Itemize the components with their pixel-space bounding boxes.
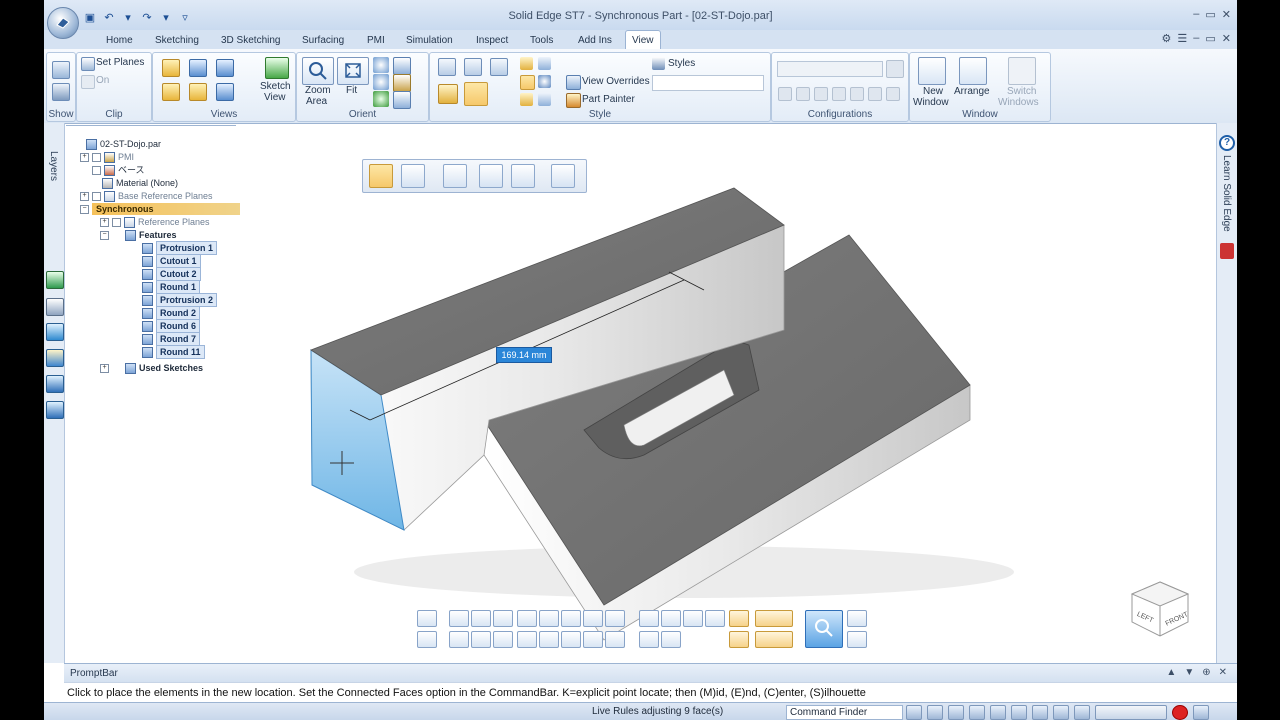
view-layout-icon[interactable]: [847, 610, 867, 627]
prompt-bar-up-icon[interactable]: ▲: [1166, 667, 1176, 678]
rotate-status-icon[interactable]: [1011, 705, 1027, 720]
prompt-bar-close-icon[interactable]: ✕: [1219, 667, 1227, 678]
select-tool-icon[interactable]: [369, 164, 393, 188]
prompt-message: Click to place the elements in the new l…: [67, 687, 866, 699]
view-style-status-icon[interactable]: [1032, 705, 1048, 720]
view-layout-2-icon[interactable]: [847, 631, 867, 648]
prompt-bar-controls: ▲ ▼ ⊕ ✕: [1166, 667, 1227, 678]
view-orient-icon-3[interactable]: [493, 610, 513, 627]
prompt-bar-down-icon[interactable]: ▼: [1184, 667, 1194, 678]
measure-distance-icon[interactable]: [755, 610, 793, 627]
zx-view-icon[interactable]: [583, 610, 603, 627]
help-status-icon[interactable]: [1193, 705, 1209, 720]
slider-status-icon[interactable]: [1095, 705, 1167, 720]
save-view-icon[interactable]: [417, 631, 437, 648]
section-status-icon[interactable]: [1074, 705, 1090, 720]
zoom-status-icon[interactable]: [948, 705, 964, 720]
command-bar: [362, 159, 587, 193]
zx-view-2-icon[interactable]: [583, 631, 603, 648]
fit-status-icon[interactable]: [969, 705, 985, 720]
yz-view-2-icon[interactable]: [561, 631, 581, 648]
view-cube[interactable]: LEFT FRONT: [1128, 580, 1192, 643]
sketch-tool-icon-5[interactable]: [639, 631, 659, 648]
sketch-tool-icon-6[interactable]: [661, 631, 681, 648]
connected-faces-icon[interactable]: [479, 164, 503, 188]
sketch-tool-icon-3[interactable]: [683, 610, 703, 627]
xy-plane-icon[interactable]: [517, 610, 537, 627]
zoom-view-icon[interactable]: [805, 610, 843, 648]
steering-wheel-icon[interactable]: [906, 705, 922, 720]
move-options-icon[interactable]: [401, 164, 425, 188]
keypoints-icon[interactable]: [551, 164, 575, 188]
view-orient-icon-6[interactable]: [493, 631, 513, 648]
sketch-tool-icon-1[interactable]: [639, 610, 659, 627]
measure-angle-icon[interactable]: [755, 631, 793, 648]
status-bar: Live Rules adjusting 9 face(s) Command F…: [44, 702, 1237, 720]
grid-view-icon[interactable]: [605, 610, 625, 627]
prompt-bar-pin-icon[interactable]: ⊕: [1202, 667, 1210, 678]
yz-view-icon[interactable]: [561, 610, 581, 627]
application-button[interactable]: [47, 7, 79, 39]
live-rules-icon[interactable]: [511, 164, 535, 188]
sketch-tool-icon-4[interactable]: [705, 610, 725, 627]
pan-status-icon[interactable]: [990, 705, 1006, 720]
view-orient-icon-1[interactable]: [449, 610, 469, 627]
status-text: Live Rules adjusting 9 face(s): [592, 706, 724, 717]
view-orient-icon-5[interactable]: [471, 631, 491, 648]
view-orient-icon-2[interactable]: [471, 610, 491, 627]
zoom-area-status-icon[interactable]: [927, 705, 943, 720]
xy-plane-2-icon[interactable]: [517, 631, 537, 648]
xy-view-icon[interactable]: [539, 610, 559, 627]
face-relate-icon[interactable]: [443, 164, 467, 188]
view-orient-icon-4[interactable]: [449, 631, 469, 648]
undo-view-icon[interactable]: [417, 610, 437, 627]
solid-edge-window: ▣ ↶ ▾ ↷ ▾ ▿ Solid Edge ST7 - Synchronous…: [44, 0, 1237, 720]
named-views-status-icon[interactable]: [1053, 705, 1069, 720]
dimension-tool-2-icon[interactable]: [729, 631, 749, 648]
xy-view-2-icon[interactable]: [539, 631, 559, 648]
prompt-bar-title: PromptBar: [70, 668, 118, 679]
dimension-tool-icon[interactable]: [729, 610, 749, 627]
status-view-tools: [906, 705, 1209, 720]
record-icon[interactable]: [1172, 705, 1188, 720]
prompt-bar: PromptBar ▲ ▼ ⊕ ✕: [64, 663, 1237, 683]
dimension-value[interactable]: 169.14 mm: [496, 347, 552, 363]
sketch-tool-icon-2[interactable]: [661, 610, 681, 627]
command-finder-input[interactable]: Command Finder: [786, 705, 903, 720]
grid-view-2-icon[interactable]: [605, 631, 625, 648]
prompt-message-area: Click to place the elements in the new l…: [64, 682, 1237, 703]
